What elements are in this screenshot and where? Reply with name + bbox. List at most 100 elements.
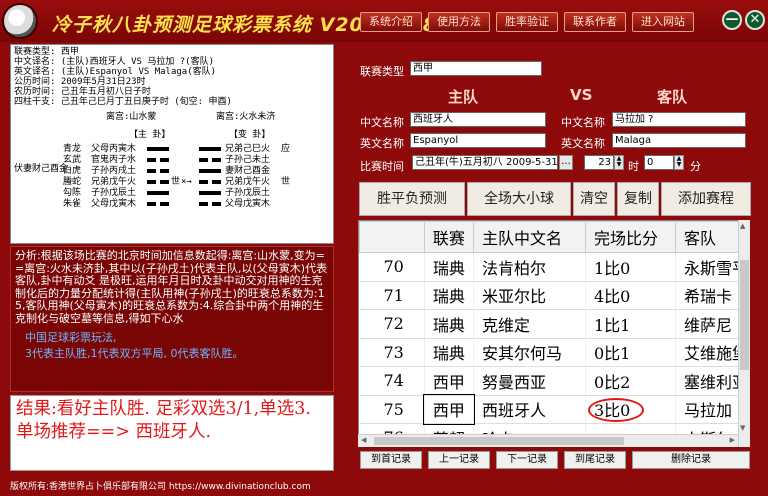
- first-record-button[interactable]: 到首记录: [360, 451, 422, 469]
- row-id-cell[interactable]: 70: [359, 252, 425, 282]
- table-row[interactable]: 75 西甲 西班牙人 3比0 马拉加: [359, 394, 749, 425]
- next-record-button[interactable]: 下一记录: [496, 451, 558, 469]
- change-yao-label: 子孙戊辰土: [225, 188, 271, 198]
- add-schedule-button[interactable]: 添加赛程: [661, 182, 751, 216]
- score-cell[interactable]: 4比0: [585, 281, 676, 310]
- match-date-input[interactable]: 己丑年(牛)五月初八 2009-5-31: [412, 155, 558, 170]
- clear-button[interactable]: 清空: [573, 182, 615, 216]
- change-yao-label: 妻财己酉金: [225, 166, 271, 176]
- main-yao-line: [160, 202, 169, 206]
- score-cell[interactable]: 0比2: [585, 366, 676, 396]
- league-cell[interactable]: 瑞典: [424, 252, 475, 282]
- over-under-button[interactable]: 全场大小球: [467, 182, 571, 216]
- scroll-down-icon[interactable]: ▼: [740, 424, 745, 432]
- col-header-home[interactable]: 主队中文名: [473, 221, 586, 253]
- home-team-cell[interactable]: 安其尔何马: [473, 338, 586, 367]
- predict-result-button[interactable]: 胜平负预测: [359, 182, 465, 216]
- info-solar-time-line: 公历时间: 2009年5月31日23时: [14, 77, 146, 87]
- table-row[interactable]: 70 瑞典 法肯柏尔 1比0 永斯雪平: [359, 252, 749, 282]
- league-input[interactable]: 西甲: [410, 61, 542, 76]
- minute-unit: 分: [690, 160, 701, 173]
- scroll-thumb[interactable]: [740, 260, 749, 370]
- hour-unit: 时: [628, 160, 639, 173]
- row-id-cell[interactable]: 75: [359, 395, 425, 424]
- scroll-up-icon[interactable]: ▲: [740, 222, 745, 230]
- prev-record-button[interactable]: 上一记录: [428, 451, 490, 469]
- date-picker-button[interactable]: ...: [559, 155, 573, 170]
- nav-contact[interactable]: 联系作者: [564, 12, 626, 32]
- copy-button[interactable]: 复制: [617, 182, 659, 216]
- home-team-cell[interactable]: 米亚尔比: [473, 281, 586, 310]
- main-yao-label: 子孙戊辰土: [91, 188, 137, 198]
- table-row[interactable]: 74 西甲 努曼西亚 0比2 塞维利亚: [359, 366, 749, 396]
- hour-spinner-icon[interactable]: ▲ ▼: [614, 155, 624, 170]
- league-cell[interactable]: 瑞典: [424, 281, 475, 310]
- score-cell[interactable]: 3比0: [585, 395, 676, 424]
- analysis-text: 分析:根据该场比赛的北京时间加信息数起得:离宫:山水蒙,变为==离宫:火水未济卦…: [15, 249, 328, 325]
- row-id-cell[interactable]: 71: [359, 281, 425, 310]
- match-table: 联赛 主队中文名 完场比分 客队 70 瑞典 法肯柏尔 1比0 永斯雪平 71 瑞典 米亚尔比…: [358, 220, 750, 447]
- change-gua-name: 离宫:火水未济: [216, 112, 276, 122]
- change-yao-line: [199, 191, 221, 195]
- away-cn-input[interactable]: 马拉加 ?: [612, 112, 746, 127]
- league-cell[interactable]: 瑞典: [424, 338, 475, 367]
- away-en-input[interactable]: Malaga: [612, 133, 746, 148]
- main-gua-name: 离宫:山水蒙: [106, 112, 157, 122]
- vertical-scrollbar[interactable]: ▲ ▼: [738, 220, 750, 447]
- score-cell[interactable]: 1比0: [585, 252, 676, 282]
- league-cell[interactable]: 西甲: [424, 366, 475, 396]
- col-header-id[interactable]: [359, 221, 425, 253]
- six-spirit-label: 勾陈: [63, 188, 82, 198]
- away-en-label: 英文名称: [561, 137, 605, 150]
- col-header-league[interactable]: 联赛: [423, 221, 475, 253]
- row-id-cell[interactable]: 73: [359, 338, 425, 367]
- nav-system-intro[interactable]: 系统介绍: [360, 12, 422, 32]
- hscroll-thumb[interactable]: [374, 437, 624, 445]
- table-row[interactable]: 73 瑞典 安其尔何马 0比1 艾维施堡: [359, 338, 749, 367]
- row-id-cell[interactable]: 74: [359, 366, 425, 396]
- league-cell[interactable]: 西甲: [423, 394, 475, 425]
- home-team-cell[interactable]: 努曼西亚: [473, 366, 586, 396]
- change-yao-label: 兄弟戊午火: [225, 177, 271, 187]
- minute-input[interactable]: 0: [644, 155, 674, 170]
- row-id-cell[interactable]: 72: [359, 309, 425, 339]
- home-team-cell[interactable]: 法肯柏尔: [473, 252, 586, 282]
- change-yao-line: [199, 169, 221, 173]
- minimize-icon[interactable]: —: [722, 10, 742, 30]
- col-header-score[interactable]: 完场比分: [584, 221, 676, 253]
- horizontal-scrollbar[interactable]: ◀ ▶: [358, 434, 738, 447]
- table-row[interactable]: 72 瑞典 克维定 1比1 维萨尼: [359, 309, 749, 339]
- change-yao-label: 父母戊寅木: [225, 199, 271, 209]
- home-en-input[interactable]: Espanyol: [410, 133, 546, 148]
- score-cell[interactable]: 1比1: [585, 309, 676, 339]
- home-team-cell[interactable]: 西班牙人: [473, 395, 586, 424]
- league-cell[interactable]: 瑞典: [424, 309, 475, 339]
- close-icon[interactable]: ✕: [745, 10, 765, 30]
- score-cell[interactable]: 0比1: [585, 338, 676, 367]
- six-spirit-label: 玄武: [63, 155, 82, 165]
- change-yao-line: [199, 180, 208, 184]
- last-record-button[interactable]: 到尾记录: [564, 451, 626, 469]
- score-highlight-circle: [587, 397, 644, 422]
- moving-line-mark: ×→: [181, 177, 192, 187]
- info-pillars-line: 四柱干支: 己丑年己巳月丁丑日庚子时 (旬空: 申酉): [14, 97, 232, 107]
- home-en-label: 英文名称: [360, 137, 404, 150]
- home-cn-input[interactable]: 西班牙人: [410, 112, 546, 127]
- scroll-right-icon[interactable]: ▶: [730, 436, 735, 444]
- table-row[interactable]: 71 瑞典 米亚尔比 4比0 希瑞卡: [359, 281, 749, 310]
- fu-shen-label: 伏妻财己酉金: [14, 164, 69, 174]
- nav-usage[interactable]: 使用方法: [428, 12, 490, 32]
- footer-copyright: 版权所有:香港世界占卜俱乐部有限公司 https://www.divinatio…: [10, 482, 311, 492]
- scroll-left-icon[interactable]: ◀: [361, 436, 366, 444]
- vs-label: VS: [570, 86, 593, 104]
- minute-spinner-icon[interactable]: ▲ ▼: [674, 155, 684, 170]
- home-team-cell[interactable]: 克维定: [473, 309, 586, 339]
- nav-website[interactable]: 进入网站: [632, 12, 694, 32]
- change-yao-label: 兄弟己巳火: [225, 144, 271, 154]
- delete-record-button[interactable]: 删除记录: [632, 451, 750, 469]
- change-yao-line: [199, 147, 221, 151]
- shi-mark-change: 世: [281, 177, 291, 187]
- six-spirit-label: 螣蛇: [63, 177, 82, 187]
- nav-win-rate[interactable]: 胜率验证: [496, 12, 558, 32]
- hour-input[interactable]: 23: [584, 155, 614, 170]
